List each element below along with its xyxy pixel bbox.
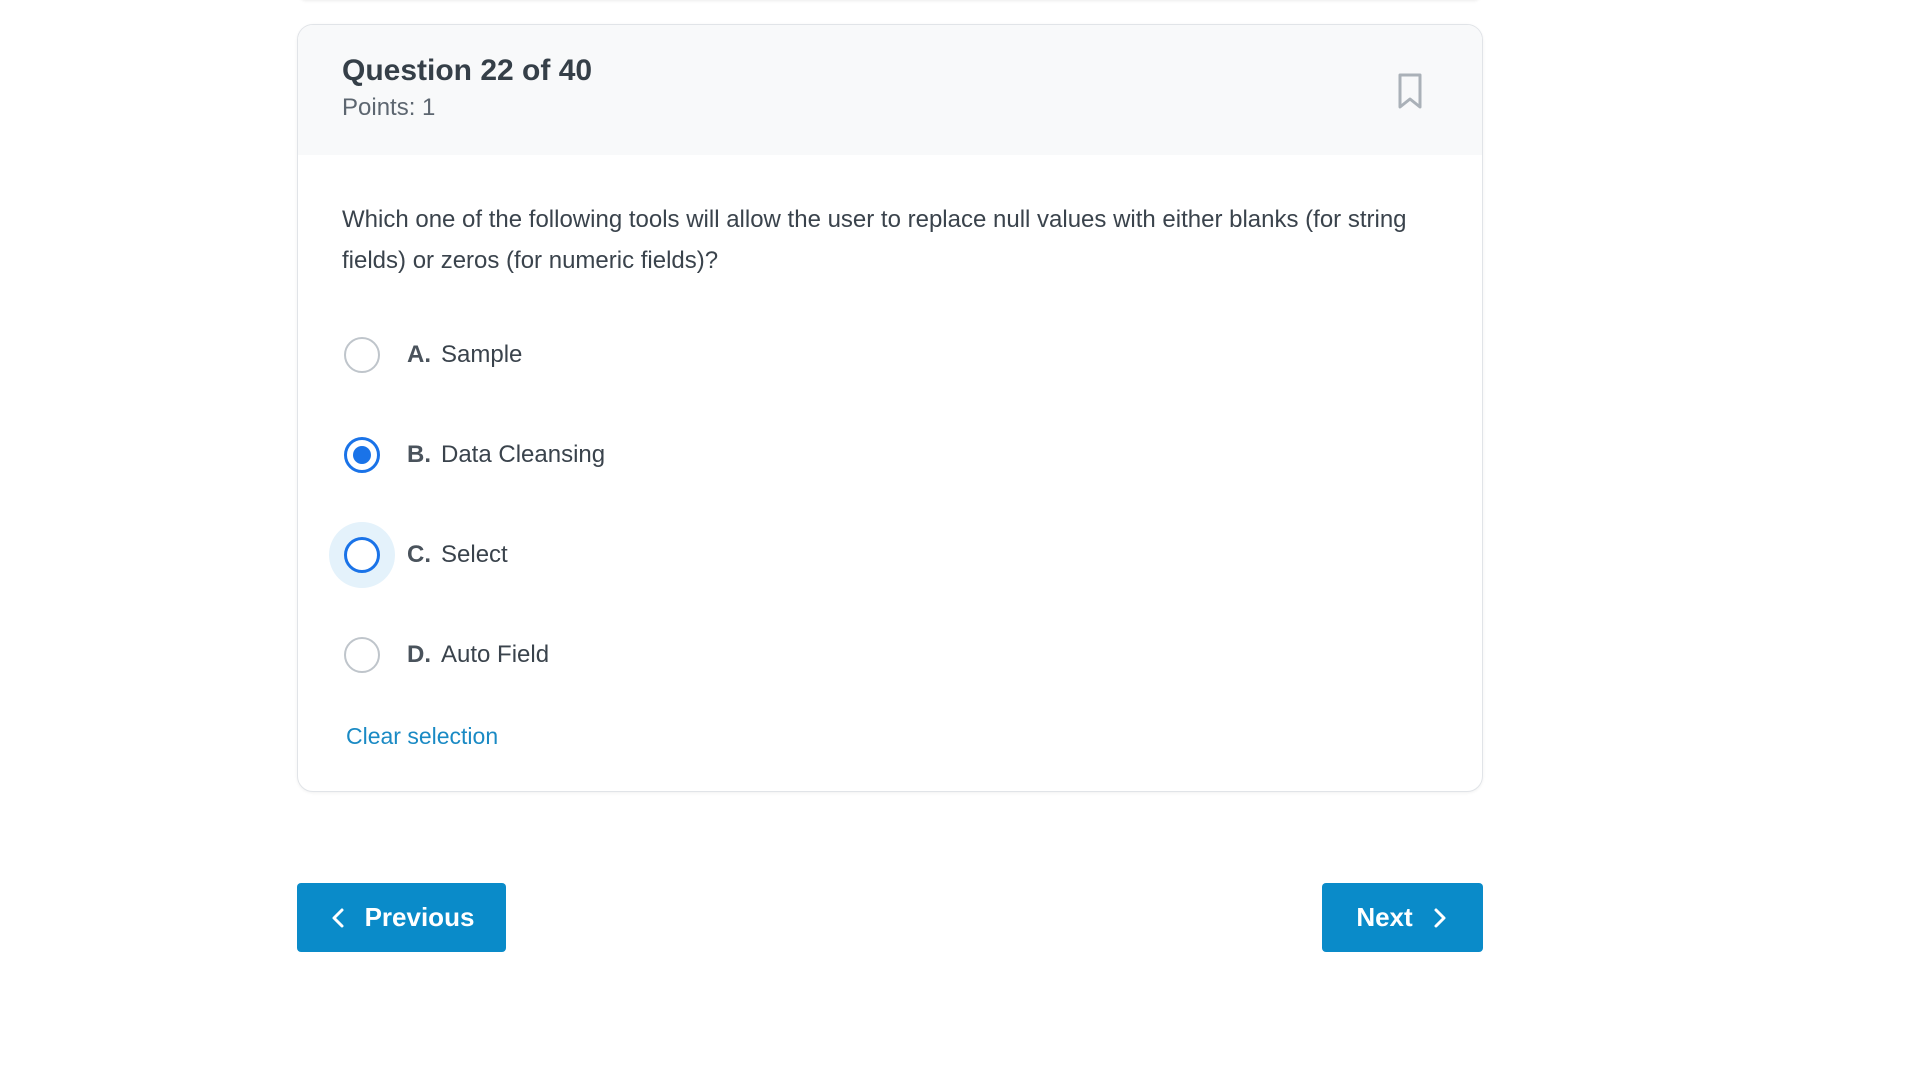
option-c[interactable]: C. Select [329, 505, 1438, 605]
option-d[interactable]: D. Auto Field [342, 605, 1438, 705]
question-title: Question 22 of 40 [342, 54, 593, 87]
question-text: Which one of the following tools will al… [342, 206, 1407, 274]
radio-wrap [329, 522, 395, 588]
previous-label: Previous [364, 902, 475, 932]
option-letter: D. [407, 641, 431, 668]
option-letter: B. [407, 441, 431, 468]
radio-button-c[interactable] [344, 537, 380, 573]
radio-wrap [329, 622, 395, 688]
radio-selected-dot [353, 446, 371, 464]
option-label: Auto Field [441, 641, 550, 668]
next-button[interactable]: Next [1322, 883, 1483, 952]
next-label: Next [1356, 902, 1413, 932]
option-b[interactable]: B. Data Cleansing [342, 405, 1438, 505]
radio-button-d[interactable] [344, 637, 380, 673]
chevron-right-icon [1434, 908, 1446, 927]
question-points: Points: 1 [342, 94, 436, 121]
question-card: Question 22 of 40 Points: 1 Which one of… [297, 24, 1483, 792]
option-label: Data Cleansing [441, 441, 606, 468]
radio-wrap [329, 422, 395, 488]
answer-options: A. Sample B. Data Cleansing C. Select D.… [329, 305, 1438, 705]
option-a[interactable]: A. Sample [342, 305, 1438, 405]
option-label: Select [441, 541, 508, 568]
question-header: Question 22 of 40 Points: 1 [298, 25, 1482, 155]
question-body: Which one of the following tools will al… [298, 155, 1482, 750]
bookmark-icon[interactable] [1390, 69, 1430, 113]
option-label: Sample [441, 341, 523, 368]
clear-selection-link[interactable]: Clear selection [346, 723, 498, 750]
radio-wrap [329, 322, 395, 388]
radio-button-b[interactable] [344, 437, 380, 473]
chevron-left-icon [332, 908, 344, 927]
option-letter: A. [407, 341, 431, 368]
previous-button[interactable]: Previous [297, 883, 506, 952]
radio-button-a[interactable] [344, 337, 380, 373]
option-letter: C. [407, 541, 431, 568]
